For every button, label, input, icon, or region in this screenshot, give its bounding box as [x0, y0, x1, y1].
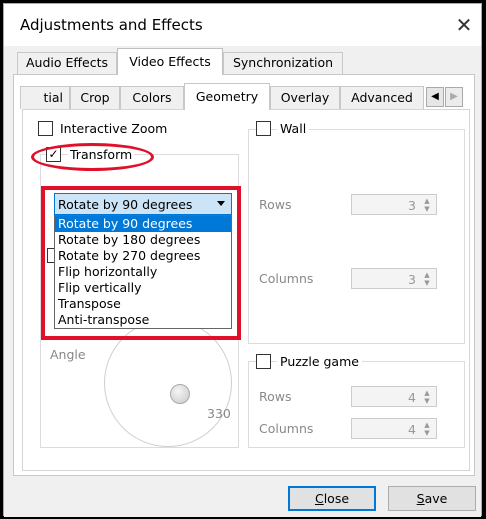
wall-checkbox[interactable]	[256, 121, 271, 136]
spin-arrows-icon[interactable]: ▲ ▼	[421, 197, 433, 213]
tab-audio-effects[interactable]: Audio Effects	[17, 52, 117, 74]
video-subtab-bar: tial Crop Colors Geometry Overlay Advanc…	[20, 83, 472, 110]
spin-arrows-icon[interactable]: ▲ ▼	[421, 271, 433, 287]
angle-label: Angle	[50, 347, 86, 362]
puzzle-rows-spinbox[interactable]: 4 ▲ ▼	[351, 386, 437, 407]
save-button[interactable]: Save	[388, 486, 476, 511]
wall-columns-spinbox[interactable]: 3 ▲ ▼	[351, 268, 437, 289]
title-bar: Adjustments and Effects ✕	[4, 4, 481, 46]
puzzle-checkbox[interactable]	[256, 354, 271, 369]
dialog-footer: Close Save	[4, 480, 481, 517]
adjustments-window: Adjustments and Effects ✕ Audio Effects …	[3, 3, 482, 517]
anti-transpose-option[interactable]: Anti-transpose	[55, 312, 231, 328]
interactive-zoom-checkbox[interactable]	[38, 121, 53, 136]
spin-arrows-icon[interactable]: ▲ ▼	[421, 389, 433, 405]
chevron-down-icon	[217, 201, 225, 206]
rotate-options-list: Rotate by 90 degrees Rotate by 180 degre…	[54, 215, 232, 329]
rotate-select[interactable]: Rotate by 90 degrees	[54, 193, 232, 215]
close-button[interactable]: Close	[288, 486, 376, 511]
tab-synchronization[interactable]: Synchronization	[223, 52, 343, 74]
rotate-option-90[interactable]: Rotate by 90 degrees	[55, 216, 231, 232]
wall-label: Wall	[277, 121, 310, 136]
main-tab-bar: Audio Effects Video Effects Synchronizat…	[4, 48, 481, 75]
wall-rows-label: Rows	[259, 197, 292, 212]
flip-horizontal-option[interactable]: Flip horizontally	[55, 264, 231, 280]
puzzle-columns-label: Columns	[259, 421, 314, 436]
angle-dial-knob[interactable]	[170, 384, 190, 404]
wall-rows-value: 3	[408, 198, 416, 213]
spin-arrows-icon[interactable]: ▲ ▼	[421, 421, 433, 437]
close-label-rest: lose	[323, 491, 350, 506]
wall-rows-spinbox[interactable]: 3 ▲ ▼	[351, 194, 437, 215]
angle-value: 330	[207, 406, 231, 421]
puzzle-columns-spinbox[interactable]: 4 ▲ ▼	[351, 418, 437, 439]
transform-checkbox[interactable]: ✓	[46, 147, 61, 162]
interactive-zoom-label: Interactive Zoom	[60, 121, 168, 136]
puzzle-rows-label: Rows	[259, 389, 292, 404]
tab-colors[interactable]: Colors	[120, 86, 184, 109]
tab-essential[interactable]: tial	[20, 86, 70, 109]
tab-scroll-right-icon[interactable]: ▶	[445, 87, 463, 107]
rotate-option-270[interactable]: Rotate by 270 degrees	[55, 248, 231, 264]
wall-columns-label: Columns	[259, 271, 314, 286]
save-label-rest: ave	[424, 491, 448, 506]
tab-advanced[interactable]: Advanced	[340, 86, 424, 109]
window-title: Adjustments and Effects	[20, 16, 203, 34]
wall-group	[248, 129, 465, 344]
close-window-icon[interactable]: ✕	[452, 14, 476, 36]
puzzle-rows-value: 4	[408, 390, 416, 405]
tab-geometry[interactable]: Geometry	[184, 83, 270, 110]
tab-scroll-left-icon[interactable]: ◀	[426, 87, 444, 107]
tab-overlay[interactable]: Overlay	[270, 86, 340, 109]
transpose-option[interactable]: Transpose	[55, 296, 231, 312]
flip-vertical-option[interactable]: Flip vertically	[55, 280, 231, 296]
puzzle-columns-value: 4	[408, 422, 416, 437]
wall-columns-value: 3	[408, 272, 416, 287]
puzzle-label: Puzzle game	[277, 354, 362, 369]
rotate-option-180[interactable]: Rotate by 180 degrees	[55, 232, 231, 248]
angle-dial[interactable]	[104, 319, 232, 447]
tab-crop[interactable]: Crop	[70, 86, 120, 109]
rotate-select-value: Rotate by 90 degrees	[58, 197, 193, 212]
tab-video-effects[interactable]: Video Effects	[117, 48, 223, 75]
save-mnemonic: S	[416, 491, 425, 506]
close-mnemonic: C	[314, 491, 324, 506]
transform-label: Transform	[68, 147, 135, 162]
